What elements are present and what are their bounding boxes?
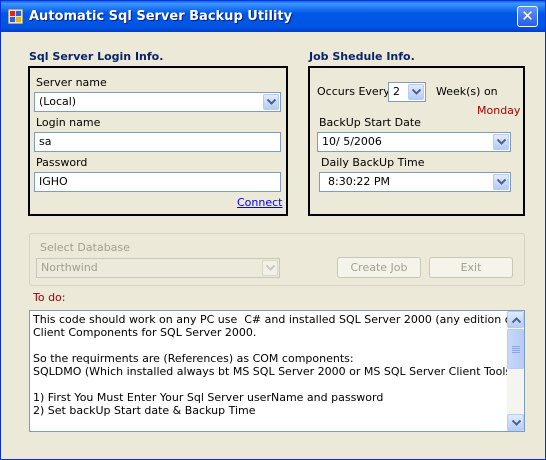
connect-link[interactable]: Connect — [237, 196, 282, 209]
backup-time-label: Daily BackUp Time — [321, 156, 425, 169]
close-icon: ✕ — [521, 7, 534, 25]
app-window: Automatic Sql Server Backup Utility ✕ Sq… — [0, 0, 546, 460]
todo-textarea[interactable]: This code should work on any PC use C# a… — [29, 310, 525, 432]
scroll-down-button[interactable] — [507, 414, 524, 431]
password-label: Password — [36, 156, 88, 169]
scroll-up-button[interactable] — [507, 311, 524, 328]
create-job-button[interactable]: Create Job — [337, 257, 421, 278]
occurs-dropdown-button[interactable] — [408, 84, 424, 100]
close-button[interactable]: ✕ — [517, 6, 538, 27]
server-dropdown-button[interactable] — [263, 94, 279, 110]
todo-line: SQLDMO (Which installed always bt MS SQL… — [33, 365, 516, 378]
login-name-label: Login name — [36, 116, 101, 129]
app-icon — [8, 9, 23, 24]
select-database-label: Select Database — [40, 241, 130, 254]
todo-line: 1) First You Must Enter Your Sql Server … — [33, 391, 384, 404]
chevron-down-icon — [266, 265, 275, 271]
start-date-value: 10/ 5/2006 — [322, 135, 382, 148]
arrow-up-icon — [512, 317, 521, 323]
start-date-label: BackUp Start Date — [319, 116, 421, 129]
login-name-input[interactable]: sa — [34, 132, 281, 152]
todo-label: To do: — [33, 291, 66, 304]
database-value: Northwind — [41, 261, 98, 274]
day-of-week-label: Monday — [477, 104, 521, 117]
occurs-every-value: 2 — [393, 85, 400, 98]
server-name-label: Server name — [36, 76, 107, 89]
database-dropdown-button[interactable] — [262, 260, 278, 276]
todo-line: So the requirments are (References) as C… — [33, 352, 354, 365]
start-date-dropdown-button[interactable] — [493, 134, 509, 150]
chevron-down-icon — [267, 99, 276, 105]
scroll-thumb[interactable] — [507, 329, 524, 369]
backup-time-value: 8:30:22 PM — [328, 175, 391, 188]
server-name-value: (Local) — [39, 95, 77, 108]
chevron-down-icon — [497, 179, 506, 185]
todo-line — [33, 339, 503, 352]
occurs-every-combo[interactable]: 2 — [388, 82, 426, 102]
server-name-combo[interactable]: (Local) — [34, 92, 281, 112]
backup-time-dropdown-button[interactable] — [493, 174, 509, 190]
chevron-down-icon — [497, 139, 506, 145]
todo-line: 2) Set backUp Start date & Backup Time — [33, 404, 256, 417]
chevron-down-icon — [412, 89, 421, 95]
exit-button[interactable]: Exit — [429, 257, 513, 278]
todo-line: Client Components for SQL Server 2000. — [33, 326, 257, 339]
database-combo[interactable]: Northwind — [36, 258, 280, 278]
title-bar[interactable]: Automatic Sql Server Backup Utility ✕ — [1, 1, 545, 32]
todo-scrollbar[interactable] — [507, 311, 524, 431]
password-input[interactable]: IGHO — [34, 172, 281, 192]
todo-line: This code should work on any PC use C# a… — [33, 313, 516, 326]
start-date-picker[interactable]: 10/ 5/2006 — [317, 132, 511, 152]
backup-time-picker[interactable]: 8:30:22 PM — [319, 172, 511, 192]
arrow-down-icon — [512, 420, 521, 426]
schedule-section-title: Job Shedule Info. — [309, 50, 415, 63]
todo-text: This code should work on any PC use C# a… — [33, 313, 516, 417]
weeks-on-label: Week(s) on — [436, 85, 498, 98]
window-title: Automatic Sql Server Backup Utility — [29, 9, 293, 24]
occurs-every-label: Occurs Every — [317, 85, 390, 98]
login-section-title: Sql Server Login Info. — [29, 50, 164, 63]
todo-line — [33, 378, 503, 391]
